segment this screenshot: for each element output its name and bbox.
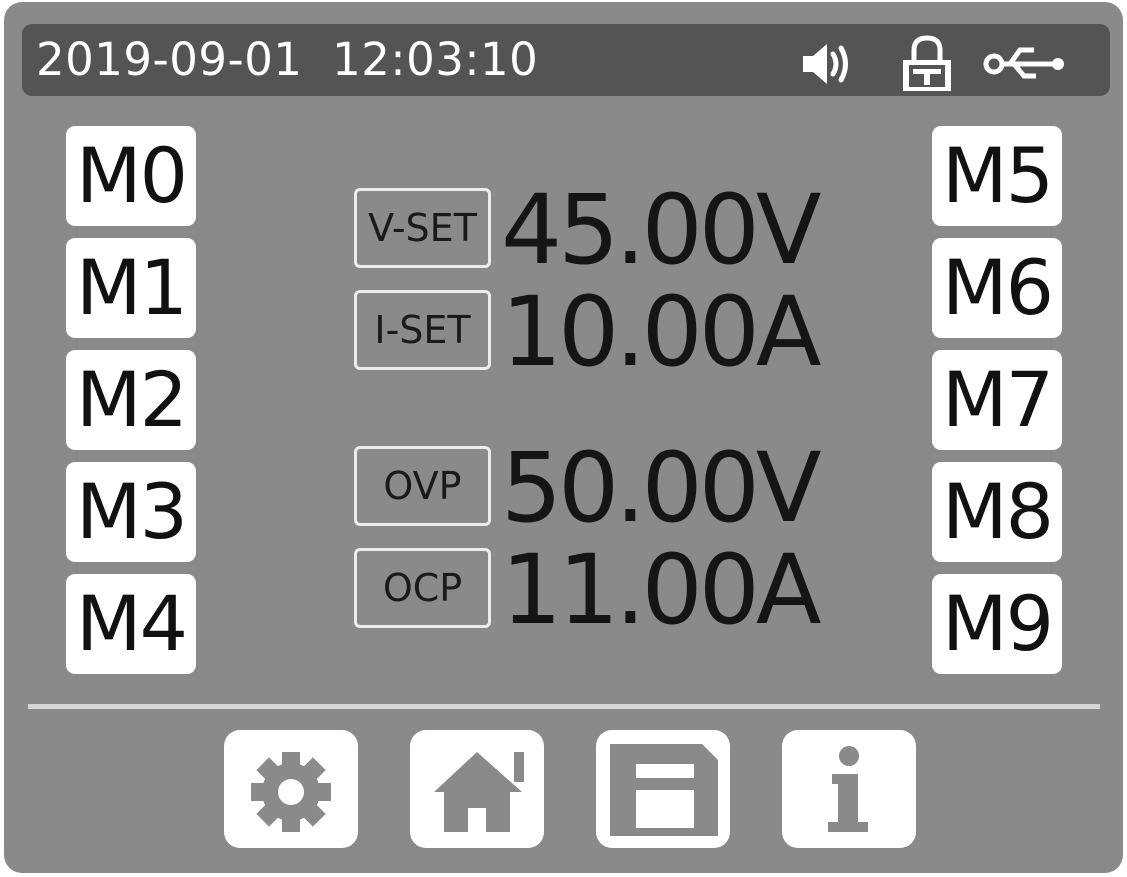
ovp-label[interactable]: OVP [354, 446, 491, 526]
save-icon [610, 744, 718, 836]
save-button[interactable] [596, 730, 730, 848]
settings-icon [251, 752, 331, 832]
device-screen: 2019-09-01 12:03:10 M0 M1 M2 M3 M4 M5 M6… [4, 2, 1123, 873]
memory-m8-button[interactable]: M8 [932, 462, 1062, 562]
vset-label[interactable]: V-SET [354, 188, 491, 268]
home-button[interactable] [410, 730, 544, 848]
datetime: 2019-09-01 12:03:10 [36, 36, 538, 84]
settings-button[interactable] [224, 730, 358, 848]
home-icon [434, 752, 524, 832]
ocp-label[interactable]: OCP [354, 548, 491, 628]
memory-m0-button[interactable]: M0 [66, 126, 196, 226]
memory-m7-button[interactable]: M7 [932, 350, 1062, 450]
ocp-value[interactable]: 11.00A [501, 540, 821, 640]
speaker-icon[interactable] [797, 36, 859, 92]
vset-value[interactable]: 45.00V [501, 180, 821, 280]
memory-m1-button[interactable]: M1 [66, 238, 196, 338]
memory-m9-button[interactable]: M9 [932, 574, 1062, 674]
info-button[interactable] [782, 730, 916, 848]
iset-value[interactable]: 10.00A [501, 282, 821, 382]
info-icon [828, 746, 868, 832]
date-text: 2019-09-01 [36, 33, 303, 86]
ovp-value[interactable]: 50.00V [501, 438, 821, 538]
memory-m3-button[interactable]: M3 [66, 462, 196, 562]
iset-label[interactable]: I-SET [354, 290, 491, 370]
memory-m5-button[interactable]: M5 [932, 126, 1062, 226]
usb-icon [980, 36, 1070, 92]
divider [28, 704, 1100, 709]
memory-m4-button[interactable]: M4 [66, 574, 196, 674]
memory-m2-button[interactable]: M2 [66, 350, 196, 450]
time-text: 12:03:10 [332, 33, 539, 86]
memory-m6-button[interactable]: M6 [932, 238, 1062, 338]
lock-icon[interactable] [897, 32, 957, 94]
status-bar: 2019-09-01 12:03:10 [22, 24, 1110, 96]
